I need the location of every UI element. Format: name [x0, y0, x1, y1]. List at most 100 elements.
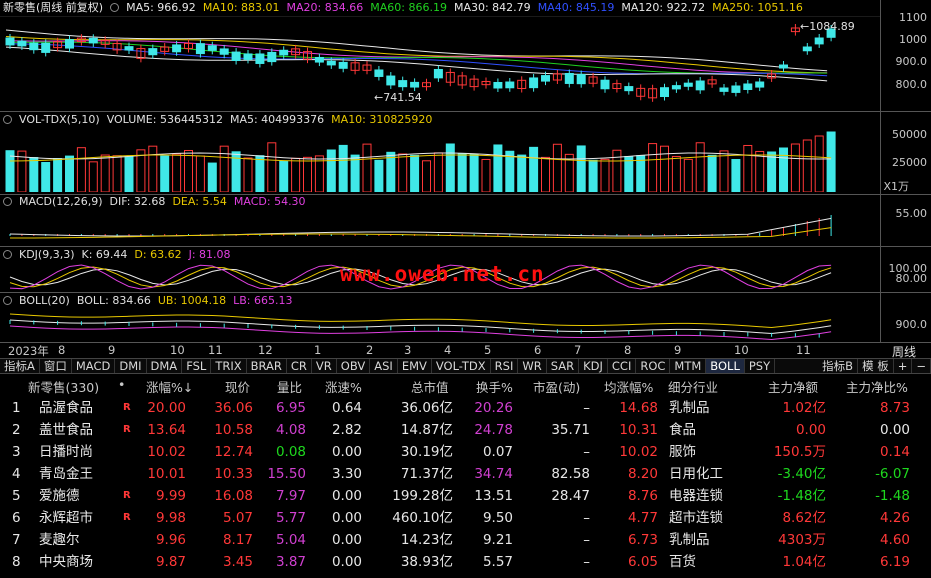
candle	[410, 81, 420, 88]
time-tick: 4	[444, 343, 452, 357]
tab-指标a[interactable]: 指标A	[0, 359, 40, 373]
pe-ratio: –	[583, 444, 590, 460]
indicator-value: UB: 1004.18	[157, 294, 227, 307]
tab-emv[interactable]: EMV	[398, 359, 432, 373]
volume-bar	[529, 146, 539, 192]
table-row[interactable]: 7 麦趣尔 9.96 8.17 5.04 0.00 14.23亿 9.21 – 6.73 乳制品 43…	[0, 529, 931, 551]
toggle-circle-icon[interactable]	[3, 115, 12, 124]
macd-chart[interactable]	[0, 210, 880, 244]
col-turnover[interactable]: 换手%	[476, 377, 513, 396]
volume-chart[interactable]	[0, 128, 880, 192]
kdj-header: KDJ(9,3,3) K: 69.44 D: 63.62 J: 81.08	[3, 247, 245, 263]
turnover-pct: 5.57	[482, 554, 513, 570]
volume-bar	[338, 144, 348, 192]
price: 16.08	[214, 488, 253, 504]
tab-right-模 板[interactable]: 模 板	[858, 359, 894, 373]
pe-ratio: –	[583, 532, 590, 548]
unit-label: X1万	[883, 180, 909, 193]
tab-sar[interactable]: SAR	[547, 359, 580, 373]
tab-fsl[interactable]: FSL	[182, 359, 212, 373]
speed-pct: 2.82	[331, 422, 362, 438]
toggle-circle-icon[interactable]	[3, 250, 12, 259]
candle	[195, 43, 205, 55]
candle	[576, 74, 586, 85]
tab-right-+[interactable]: +	[894, 359, 913, 373]
tab-vol-tdx[interactable]: VOL-TDX	[432, 359, 491, 373]
tab-obv[interactable]: OBV	[337, 359, 371, 373]
col-main-ratio[interactable]: 主力净比%	[846, 377, 908, 396]
table-row[interactable]: 8 中央商场 9.87 3.45 3.87 0.00 38.93亿 5.57 – 6.05 百货 1.…	[0, 551, 931, 573]
col-speed[interactable]: 涨速%	[325, 377, 362, 396]
stock-name: 爱施德	[39, 488, 80, 504]
row-number: 8	[12, 554, 21, 570]
toggle-circle-icon[interactable]	[110, 3, 120, 12]
tab-roc[interactable]: ROC	[636, 359, 671, 373]
time-tick: 7	[574, 343, 582, 357]
candle	[695, 80, 705, 91]
boll-chart[interactable]	[0, 308, 880, 342]
high-price-label: ←1084.89	[800, 20, 855, 33]
col-name[interactable]: 新零售(330)	[28, 377, 99, 396]
table-row[interactable]: 6 永辉超市 R 9.98 5.07 5.77 0.00 460.10亿 9.50 – 4.77 超市…	[0, 507, 931, 529]
tab-trix[interactable]: TRIX	[211, 359, 247, 373]
candle	[386, 75, 396, 86]
change-pct: 10.02	[147, 444, 186, 460]
volume-bar	[755, 150, 765, 192]
tab-dmi[interactable]: DMI	[115, 359, 147, 373]
main-ratio: -1.48	[875, 488, 910, 504]
tab-dma[interactable]: DMA	[147, 359, 183, 373]
col-industry[interactable]: 细分行业	[668, 377, 718, 396]
tab-窗口[interactable]: 窗口	[40, 359, 72, 373]
volume-bar	[683, 158, 693, 192]
col-avg-change[interactable]: 均涨幅%	[604, 377, 653, 396]
flag-badge: R	[123, 402, 131, 413]
tab-mtm[interactable]: MTM	[670, 359, 707, 373]
time-tick: 8	[624, 343, 632, 357]
volume-bar	[148, 145, 158, 192]
tab-rsi[interactable]: RSI	[491, 359, 519, 373]
tab-cr[interactable]: CR	[287, 359, 312, 373]
table-row[interactable]: 4 青岛金王 10.01 10.33 15.50 3.30 71.37亿 34.74 82.58…	[0, 463, 931, 485]
candle	[493, 81, 503, 89]
time-tick: 12	[258, 343, 273, 357]
table-row[interactable]: 2 盖世食品 R 13.64 10.58 4.08 2.82 14.87亿 24.78 35.71…	[0, 419, 931, 441]
price: 12.74	[214, 444, 253, 460]
tab-right-−[interactable]: −	[912, 359, 931, 373]
volume-bar	[802, 139, 812, 192]
table-row[interactable]: 5 爱施德 R 9.99 16.08 7.97 0.00 199.28亿 13.51 28.47 8…	[0, 485, 931, 507]
col-pe[interactable]: 市盈(动)	[533, 377, 580, 396]
price-chart[interactable]	[0, 16, 880, 110]
main-net: 8.62亿	[782, 510, 826, 526]
col-price[interactable]: 现价	[225, 377, 250, 396]
time-tick: 10	[734, 343, 749, 357]
tab-boll[interactable]: BOLL	[706, 359, 745, 373]
tab-vr[interactable]: VR	[312, 359, 337, 373]
indicator-value: MA10: 883.01	[202, 1, 280, 14]
turnover-pct: 9.50	[482, 510, 513, 526]
tab-kdj[interactable]: KDJ	[579, 359, 608, 373]
col-market-cap[interactable]: 总市值	[411, 377, 449, 396]
tab-asi[interactable]: ASI	[370, 359, 398, 373]
main-ratio: 4.26	[879, 510, 910, 526]
col-main-net[interactable]: 主力净额	[768, 377, 818, 396]
tab-psy[interactable]: PSY	[745, 359, 776, 373]
tab-brar[interactable]: BRAR	[247, 359, 287, 373]
tab-macd[interactable]: MACD	[72, 359, 116, 373]
volume-bar	[100, 154, 110, 192]
table-row[interactable]: 1 品渥食品 R 20.00 36.06 6.95 0.64 36.06亿 20.26 – 14.6…	[0, 397, 931, 419]
price: 10.33	[214, 466, 253, 482]
volume-bar	[469, 153, 479, 192]
price: 5.07	[222, 510, 253, 526]
col-change[interactable]: 涨幅%↓	[146, 377, 193, 396]
col-volume-ratio[interactable]: 量比	[277, 377, 302, 396]
time-tick: 5	[484, 343, 492, 357]
toggle-circle-icon[interactable]	[3, 296, 12, 305]
toggle-circle-icon[interactable]	[3, 197, 12, 206]
row-number: 4	[12, 466, 21, 482]
tab-wr[interactable]: WR	[518, 359, 547, 373]
y-tick: 900.0	[895, 55, 928, 68]
table-row[interactable]: 3 日播时尚 10.02 12.74 0.08 0.00 30.19亿 0.07 – 10.02 服…	[0, 441, 931, 463]
tab-right-指标B[interactable]: 指标B	[818, 359, 859, 373]
candle	[529, 77, 539, 89]
tab-cci[interactable]: CCI	[608, 359, 637, 373]
